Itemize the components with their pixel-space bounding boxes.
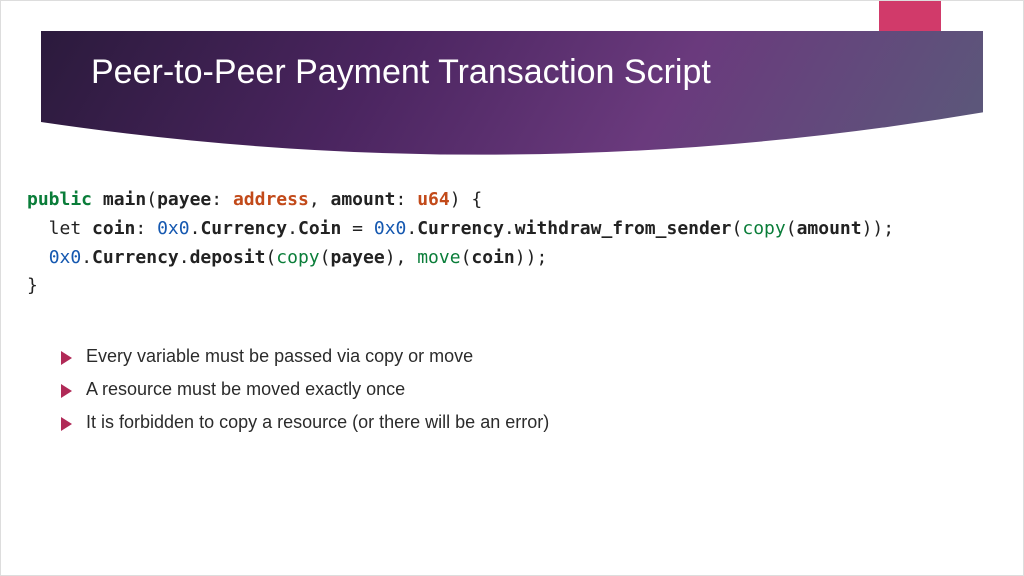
code-token: amount	[331, 189, 396, 210]
code-token: move	[417, 247, 460, 268]
list-item: Every variable must be passed via copy o…	[61, 346, 963, 367]
bullet-list: Every variable must be passed via copy o…	[61, 346, 963, 445]
code-token: withdraw_from_sender	[515, 218, 732, 239]
code-token: (	[265, 247, 276, 268]
code-line: let coin: 0x0.Currency.Coin = 0x0.Curren…	[27, 215, 997, 244]
code-token: =	[341, 218, 374, 239]
code-token: (	[461, 247, 472, 268]
bullet-triangle-icon	[61, 417, 72, 431]
code-token: main	[103, 189, 146, 210]
code-token: public	[27, 189, 92, 210]
code-token: 0x0	[49, 247, 82, 268]
header-curve	[41, 112, 985, 172]
code-token: Coin	[298, 218, 341, 239]
code-token: }	[27, 275, 38, 296]
code-token: ),	[385, 247, 418, 268]
slide-title: Peer-to-Peer Payment Transaction Script	[91, 51, 843, 94]
code-token: (	[320, 247, 331, 268]
code-token: 0x0	[157, 218, 190, 239]
code-line: public main(payee: address, amount: u64)…	[27, 186, 997, 215]
code-token: .	[179, 247, 190, 268]
code-token: (	[146, 189, 157, 210]
code-token: Currency	[92, 247, 179, 268]
code-token: address	[233, 189, 309, 210]
code-token: ));	[862, 218, 895, 239]
code-token: Currency	[417, 218, 504, 239]
code-token: payee	[331, 247, 385, 268]
code-token	[92, 189, 103, 210]
code-line: 0x0.Currency.deposit(copy(payee), move(c…	[27, 244, 997, 273]
code-token: coin	[471, 247, 514, 268]
code-token: Currency	[200, 218, 287, 239]
code-token: :	[135, 218, 157, 239]
bullet-text: It is forbidden to copy a resource (or t…	[86, 412, 549, 433]
code-token: deposit	[190, 247, 266, 268]
list-item: It is forbidden to copy a resource (or t…	[61, 412, 963, 433]
code-token: .	[406, 218, 417, 239]
bullet-text: A resource must be moved exactly once	[86, 379, 405, 400]
slide: Peer-to-Peer Payment Transaction Script …	[0, 0, 1024, 576]
code-token: u64	[417, 189, 450, 210]
code-token: payee	[157, 189, 211, 210]
code-token: ,	[309, 189, 331, 210]
code-token: ) {	[450, 189, 483, 210]
code-line: }	[27, 272, 997, 301]
code-block: public main(payee: address, amount: u64)…	[27, 186, 997, 301]
bullet-triangle-icon	[61, 384, 72, 398]
list-item: A resource must be moved exactly once	[61, 379, 963, 400]
code-token: amount	[797, 218, 862, 239]
code-token: .	[504, 218, 515, 239]
code-token: .	[287, 218, 298, 239]
code-token: (	[732, 218, 743, 239]
code-token: :	[396, 189, 418, 210]
code-token: 0x0	[374, 218, 407, 239]
bullet-text: Every variable must be passed via copy o…	[86, 346, 473, 367]
code-token: coin	[92, 218, 135, 239]
code-token: .	[81, 247, 92, 268]
code-token: (	[786, 218, 797, 239]
header-band: Peer-to-Peer Payment Transaction Script	[41, 31, 983, 171]
bullet-triangle-icon	[61, 351, 72, 365]
code-token: let	[27, 218, 92, 239]
code-token	[27, 247, 49, 268]
code-token: ));	[515, 247, 548, 268]
code-token: copy	[742, 218, 785, 239]
code-token: :	[211, 189, 233, 210]
code-token: copy	[276, 247, 319, 268]
code-token: .	[190, 218, 201, 239]
